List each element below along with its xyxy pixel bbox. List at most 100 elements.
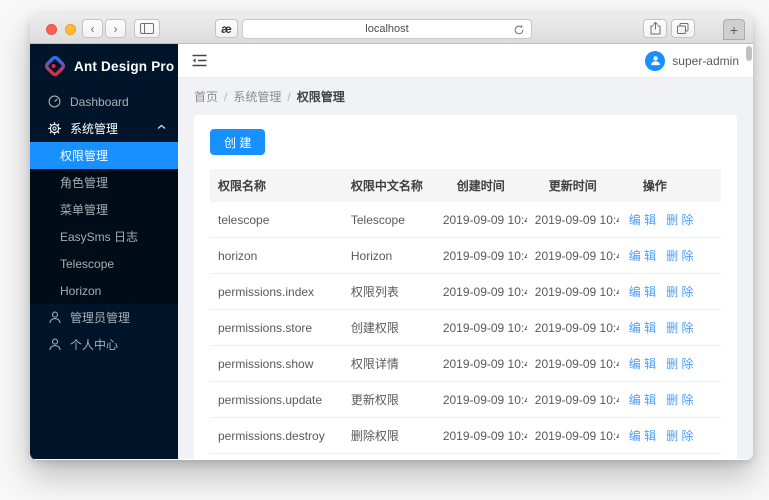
table-row: permissions.index 权限列表 2019-09-09 10:43:… xyxy=(210,274,721,310)
address-bar[interactable]: localhost xyxy=(242,19,532,39)
cell-created: 2019-09-09 10:43:08 xyxy=(435,202,527,238)
sidebar-item-profile[interactable]: 个人中心 xyxy=(30,331,178,358)
cell-name: permissions.show xyxy=(210,346,343,382)
site-favicon: æ xyxy=(215,19,238,38)
cell-created: 2019-09-09 10:43:08 xyxy=(435,346,527,382)
content-card: 创 建 权限名称 权限中文名称 创建时间 更新时间 操作 xyxy=(194,115,737,459)
cell-cn-name: 删除权限 xyxy=(343,418,435,454)
sidebar-item-label: EasySms 日志 xyxy=(60,228,138,245)
sidebar-item-label: 菜单管理 xyxy=(60,201,108,218)
minimize-window-button[interactable] xyxy=(65,24,76,35)
chevron-up-icon xyxy=(157,124,166,130)
menu-fold-icon xyxy=(192,54,207,67)
cell-cn-name: 角色列表 xyxy=(343,454,435,460)
cell-created: 2019-09-09 10:43:08 xyxy=(435,238,527,274)
edit-link[interactable]: 编 辑 xyxy=(629,357,656,371)
new-tab-button[interactable]: + xyxy=(723,19,745,40)
sidebar-item-label: 个人中心 xyxy=(70,336,118,353)
back-icon: ‹ xyxy=(91,23,95,35)
table-header-row: 权限名称 权限中文名称 创建时间 更新时间 操作 xyxy=(210,169,721,202)
sidebar-panel-icon xyxy=(140,23,154,34)
cell-created: 2019-09-09 10:43:08 xyxy=(435,382,527,418)
delete-link[interactable]: 删 除 xyxy=(666,321,693,335)
main-area: super-admin 首页/系统管理/权限管理 创 建 权限名称 权限中文名称… xyxy=(178,44,753,459)
breadcrumb-system[interactable]: 系统管理 xyxy=(233,90,281,104)
tabs-icon xyxy=(677,23,689,34)
user-icon xyxy=(650,55,661,66)
cell-name: permissions.destroy xyxy=(210,418,343,454)
edit-link[interactable]: 编 辑 xyxy=(629,429,656,443)
sidebar-item-label: 角色管理 xyxy=(60,174,108,191)
cell-cn-name: Telescope xyxy=(343,202,435,238)
table-row: permissions.show 权限详情 2019-09-09 10:43:0… xyxy=(210,346,721,382)
cell-updated: 2019-09-09 10:43:08 xyxy=(527,346,619,382)
delete-link[interactable]: 删 除 xyxy=(666,249,693,263)
cell-updated: 2019-09-09 10:43:08 xyxy=(527,418,619,454)
app-root: Ant Design Pro Dashboard xyxy=(30,44,753,459)
edit-link[interactable]: 编 辑 xyxy=(629,213,656,227)
delete-link[interactable]: 删 除 xyxy=(666,285,693,299)
delete-link[interactable]: 删 除 xyxy=(666,429,693,443)
forward-icon: › xyxy=(114,23,118,35)
cell-updated: 2019-09-09 10:43:08 xyxy=(527,238,619,274)
cell-name: permissions.update xyxy=(210,382,343,418)
delete-link[interactable]: 删 除 xyxy=(666,213,693,227)
create-button[interactable]: 创 建 xyxy=(210,129,265,155)
cell-created: 2019-09-09 10:43:08 xyxy=(435,418,527,454)
delete-link[interactable]: 删 除 xyxy=(666,357,693,371)
cell-cn-name: Horizon xyxy=(343,238,435,274)
sidebar-item-admin-management[interactable]: 管理员管理 xyxy=(30,304,178,331)
sidebar-item-telescope[interactable]: Telescope xyxy=(30,250,178,277)
user-icon xyxy=(48,311,61,324)
sidebar-item-label: Telescope xyxy=(60,257,114,271)
user-menu[interactable]: super-admin xyxy=(645,51,739,71)
cell-updated: 2019-09-09 10:43:08 xyxy=(527,310,619,346)
sidebar-item-role-management[interactable]: 角色管理 xyxy=(30,169,178,196)
delete-link[interactable]: 删 除 xyxy=(666,393,693,407)
ant-design-logo-icon xyxy=(44,55,66,77)
sidebar-item-permission-management[interactable]: 权限管理 xyxy=(30,142,178,169)
sidebar-item-system-management[interactable]: 系统管理 xyxy=(30,115,178,142)
breadcrumb-current: 权限管理 xyxy=(297,90,345,104)
sidebar-item-easysms-log[interactable]: EasySms 日志 xyxy=(30,223,178,250)
sidebar-collapse-trigger[interactable] xyxy=(192,54,207,67)
column-header-updated: 更新时间 xyxy=(527,169,619,202)
cell-name: roles.index xyxy=(210,454,343,460)
app-logo[interactable]: Ant Design Pro xyxy=(30,44,178,88)
url-text: localhost xyxy=(365,23,408,35)
app-title: Ant Design Pro xyxy=(74,59,174,74)
table-row: permissions.update 更新权限 2019-09-09 10:43… xyxy=(210,382,721,418)
cell-updated: 2019-09-09 10:43:08 xyxy=(527,274,619,310)
reload-icon[interactable] xyxy=(513,24,525,36)
browser-back-button[interactable]: ‹ xyxy=(82,19,103,38)
share-button[interactable] xyxy=(643,19,667,38)
sidebar-item-dashboard[interactable]: Dashboard xyxy=(30,88,178,115)
sidebar-item-label: Dashboard xyxy=(70,95,129,109)
edit-link[interactable]: 编 辑 xyxy=(629,249,656,263)
column-header-cn-name: 权限中文名称 xyxy=(343,169,435,202)
sidebar-item-label: Horizon xyxy=(60,284,101,298)
edit-link[interactable]: 编 辑 xyxy=(629,321,656,335)
page-scrollbar[interactable] xyxy=(746,46,752,61)
cell-name: telescope xyxy=(210,202,343,238)
browser-titlebar: ‹ › æ localhost + xyxy=(30,14,753,44)
avatar xyxy=(645,51,665,71)
cell-updated: 2019-09-09 10:43:08 xyxy=(527,382,619,418)
breadcrumb-separator: / xyxy=(287,90,290,104)
gear-icon xyxy=(48,122,61,135)
browser-forward-button[interactable]: › xyxy=(105,19,126,38)
cell-cn-name: 创建权限 xyxy=(343,310,435,346)
breadcrumb-home[interactable]: 首页 xyxy=(194,90,218,104)
table-row: permissions.destroy 删除权限 2019-09-09 10:4… xyxy=(210,418,721,454)
tab-overview-button[interactable] xyxy=(671,19,695,38)
edit-link[interactable]: 编 辑 xyxy=(629,285,656,299)
column-header-name: 权限名称 xyxy=(210,169,343,202)
permissions-table: 权限名称 权限中文名称 创建时间 更新时间 操作 telescope Teles… xyxy=(210,169,721,459)
table-row: telescope Telescope 2019-09-09 10:43:08 … xyxy=(210,202,721,238)
sidebar-item-label: 管理员管理 xyxy=(70,309,130,326)
close-window-button[interactable] xyxy=(46,24,57,35)
browser-sidebar-button[interactable] xyxy=(134,19,160,38)
sidebar-item-menu-management[interactable]: 菜单管理 xyxy=(30,196,178,223)
edit-link[interactable]: 编 辑 xyxy=(629,393,656,407)
sidebar-item-horizon[interactable]: Horizon xyxy=(30,277,178,304)
